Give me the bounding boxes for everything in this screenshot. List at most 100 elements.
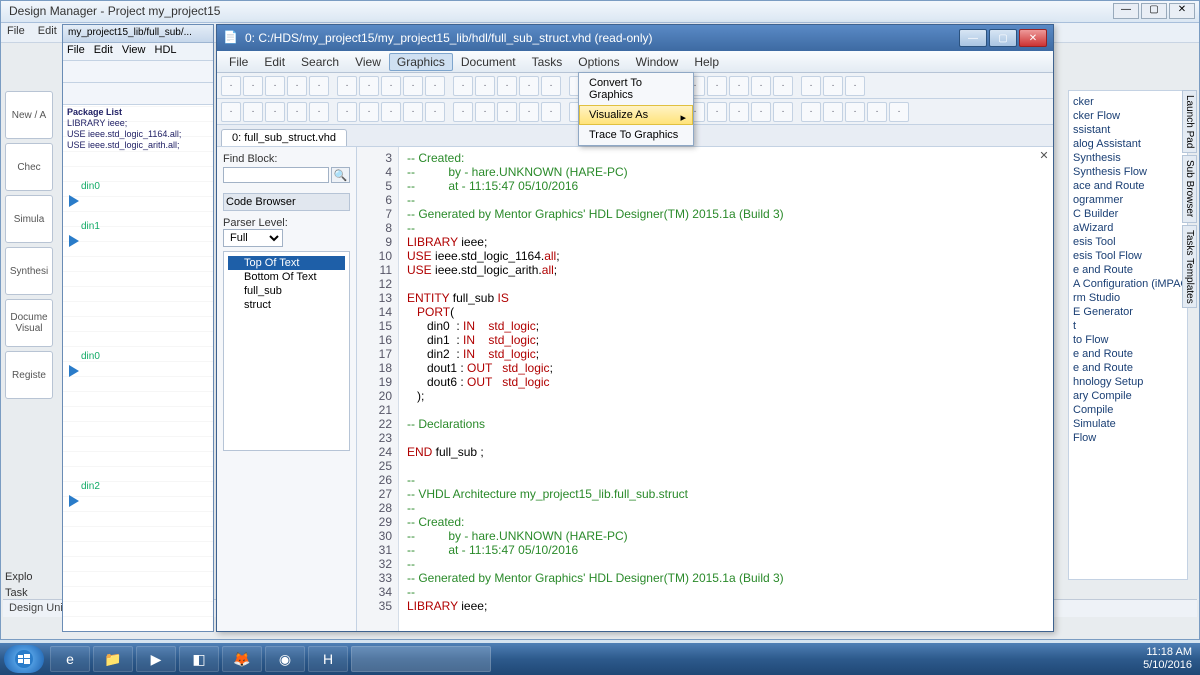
toolbar-button[interactable]: ·: [773, 76, 793, 96]
menu-help[interactable]: Help: [686, 53, 727, 71]
dropdown-item[interactable]: Trace To Graphics: [579, 125, 693, 145]
toolbar-button[interactable]: ·: [287, 76, 307, 96]
task-item[interactable]: ogrammer: [1073, 193, 1183, 207]
menu-options[interactable]: Options: [570, 53, 627, 71]
taskbar-chrome-icon[interactable]: ◉: [265, 646, 305, 672]
toolbar-button[interactable]: ·: [729, 76, 749, 96]
task-item[interactable]: esis Tool Flow: [1073, 249, 1183, 263]
toolbar-button[interactable]: ·: [867, 102, 887, 122]
task-item[interactable]: Flow: [1073, 431, 1183, 445]
toolbar-button[interactable]: ·: [845, 76, 865, 96]
toolbar-button[interactable]: ·: [265, 76, 285, 96]
toolbar-button[interactable]: ·: [403, 76, 423, 96]
dropdown-item[interactable]: Visualize As▸: [579, 105, 693, 125]
task-item[interactable]: A Configuration (iMPACT: [1073, 277, 1183, 291]
tree-item[interactable]: Bottom Of Text: [228, 270, 345, 284]
tool-newa[interactable]: New / A: [5, 91, 53, 139]
parser-level-select[interactable]: Full: [223, 229, 283, 247]
tree-item[interactable]: struct: [228, 298, 345, 312]
maximize-button[interactable]: ▢: [989, 29, 1017, 47]
outer-min-icon[interactable]: —: [1113, 3, 1139, 19]
dropdown-item[interactable]: Convert To Graphics: [579, 73, 693, 105]
menu-file[interactable]: File: [221, 53, 256, 71]
toolbar-button[interactable]: ·: [751, 102, 771, 122]
taskbar-media-icon[interactable]: ▶: [136, 646, 176, 672]
toolbar-button[interactable]: ·: [541, 102, 561, 122]
task-item[interactable]: e and Route: [1073, 263, 1183, 277]
task-item[interactable]: Compile: [1073, 403, 1183, 417]
toolbar-button[interactable]: ·: [707, 76, 727, 96]
toolbar-button[interactable]: ·: [519, 76, 539, 96]
code-tree[interactable]: Top Of TextBottom Of Textfull_substruct: [223, 251, 350, 451]
outer-close-icon[interactable]: ✕: [1169, 3, 1195, 19]
find-button[interactable]: 🔍: [331, 167, 350, 183]
menu-hdl-2[interactable]: HDL: [155, 44, 177, 56]
toolbar-button[interactable]: ·: [309, 102, 329, 122]
tool-synthesi[interactable]: Synthesi: [5, 247, 53, 295]
task-item[interactable]: e and Route: [1073, 361, 1183, 375]
outer-max-icon[interactable]: ▢: [1141, 3, 1167, 19]
right-vertical-tabs[interactable]: Launch PadSub BrowserTasks Templates: [1182, 90, 1198, 310]
task-item[interactable]: cker Flow: [1073, 109, 1183, 123]
code-content[interactable]: -- Created: -- by - hare.UNKNOWN (HARE-P…: [399, 147, 1053, 631]
task-item[interactable]: t: [1073, 319, 1183, 333]
menu-tasks[interactable]: Tasks: [524, 53, 571, 71]
menu-edit[interactable]: Edit: [256, 53, 293, 71]
task-item[interactable]: ace and Route: [1073, 179, 1183, 193]
code-editor[interactable]: ✕ 34567891011121314151617181920212223242…: [357, 147, 1053, 631]
toolbar-button[interactable]: ·: [425, 76, 445, 96]
task-item[interactable]: cker: [1073, 95, 1183, 109]
toolbar-button[interactable]: ·: [265, 102, 285, 122]
toolbar-button[interactable]: ·: [707, 102, 727, 122]
code-window-menubar[interactable]: FileEditSearchViewGraphicsDocumentTasksO…: [217, 51, 1053, 73]
menu-search[interactable]: Search: [293, 53, 347, 71]
toolbar-button[interactable]: ·: [497, 76, 517, 96]
windows-taskbar[interactable]: e 📁 ▶ ◧ 🦊 ◉ H 11:18 AM 5/10/2016: [0, 643, 1200, 675]
port-din2-icon[interactable]: [69, 495, 79, 507]
taskbar-app1-icon[interactable]: ◧: [179, 646, 219, 672]
taskbar-ie-icon[interactable]: e: [50, 646, 90, 672]
menu-file[interactable]: File: [7, 25, 25, 37]
tool-registe[interactable]: Registe: [5, 351, 53, 399]
menu-window[interactable]: Window: [628, 53, 687, 71]
task-item[interactable]: to Flow: [1073, 333, 1183, 347]
taskbar-active-window[interactable]: [351, 646, 491, 672]
task-item[interactable]: rm Studio: [1073, 291, 1183, 305]
tree-item[interactable]: full_sub: [228, 284, 345, 298]
toolbar-button[interactable]: ·: [243, 102, 263, 122]
start-button[interactable]: [4, 645, 44, 673]
schematic-toolbar-2[interactable]: [63, 83, 213, 105]
taskbar-explorer-icon[interactable]: 📁: [93, 646, 133, 672]
schematic-canvas[interactable]: Package List LIBRARY ieee; USE ieee.std_…: [63, 105, 213, 631]
port-din0-icon[interactable]: [69, 195, 79, 207]
menu-file-2[interactable]: File: [67, 44, 85, 56]
close-button[interactable]: ✕: [1019, 29, 1047, 47]
toolbar-button[interactable]: ·: [475, 102, 495, 122]
tree-item[interactable]: Top Of Text: [228, 256, 345, 270]
taskbar-hds-icon[interactable]: H: [308, 646, 348, 672]
toolbar-button[interactable]: ·: [309, 76, 329, 96]
toolbar-button[interactable]: ·: [337, 76, 357, 96]
toolbar-button[interactable]: ·: [453, 102, 473, 122]
toolbar-button[interactable]: ·: [221, 76, 241, 96]
toolbar-button[interactable]: ·: [381, 76, 401, 96]
toolbar-button[interactable]: ·: [287, 102, 307, 122]
tab-explo[interactable]: Explo: [5, 571, 61, 583]
menu-document[interactable]: Document: [453, 53, 524, 71]
task-item[interactable]: hnology Setup: [1073, 375, 1183, 389]
port-din0b-icon[interactable]: [69, 365, 79, 377]
taskbar-firefox-icon[interactable]: 🦊: [222, 646, 262, 672]
toolbar-button[interactable]: ·: [519, 102, 539, 122]
task-item[interactable]: E Generator: [1073, 305, 1183, 319]
system-clock[interactable]: 11:18 AM 5/10/2016: [1143, 646, 1196, 672]
find-block-input[interactable]: [223, 167, 329, 183]
tool-simula[interactable]: Simula: [5, 195, 53, 243]
schematic-menu[interactable]: File Edit View HDL: [63, 43, 213, 61]
tab-task[interactable]: Task: [5, 587, 61, 599]
task-item[interactable]: Simulate: [1073, 417, 1183, 431]
task-item[interactable]: aWizard: [1073, 221, 1183, 235]
toolbar-button[interactable]: ·: [823, 76, 843, 96]
toolbar-button[interactable]: ·: [751, 76, 771, 96]
toolbar-button[interactable]: ·: [359, 102, 379, 122]
toolbar-button[interactable]: ·: [773, 102, 793, 122]
